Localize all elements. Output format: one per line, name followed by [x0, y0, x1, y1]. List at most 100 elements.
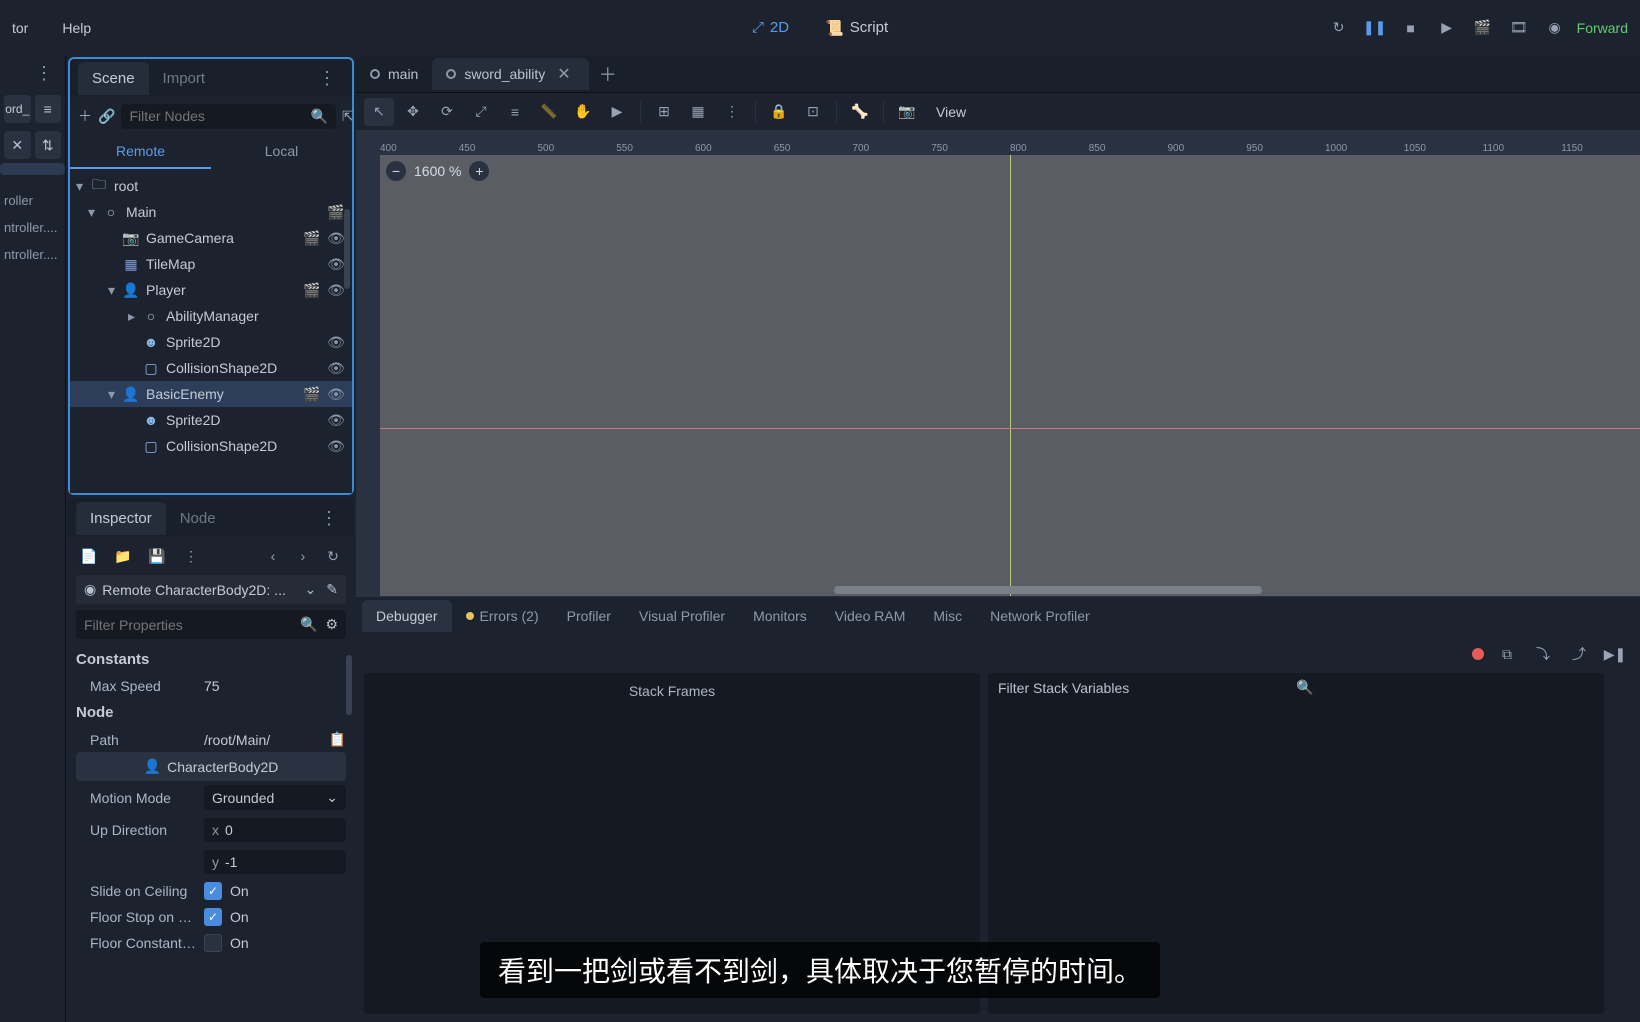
visibility-icon[interactable]: 👁: [326, 332, 346, 352]
visibility-icon[interactable]: 👁: [326, 410, 346, 430]
ruler-tool-icon[interactable]: 📏: [534, 98, 564, 126]
tree-item-root[interactable]: ▾ 🗀 root: [70, 173, 352, 199]
prop-value-path[interactable]: /root/Main/: [204, 732, 321, 748]
visibility-icon[interactable]: 👁: [326, 358, 346, 378]
snap-options-icon[interactable]: ▦: [683, 98, 713, 126]
scale-tool-icon[interactable]: ⤢: [466, 98, 496, 126]
filter-nodes-field[interactable]: 🔍: [121, 104, 335, 129]
checkbox-floor-constant[interactable]: [204, 934, 222, 952]
load-resource-icon[interactable]: 📁: [110, 543, 136, 569]
zoom-in-icon[interactable]: +: [469, 161, 489, 181]
bone-icon[interactable]: 🦴: [845, 98, 875, 126]
close-icon[interactable]: ✕: [4, 131, 31, 159]
visibility-icon[interactable]: 👁: [326, 280, 346, 300]
menu-editor[interactable]: tor: [0, 12, 40, 44]
tab-visual-profiler[interactable]: Visual Profiler: [625, 600, 739, 632]
tab-scene[interactable]: Scene: [78, 62, 149, 95]
list-tool-icon[interactable]: ≡: [500, 98, 530, 126]
clapper-icon[interactable]: 🎬: [302, 280, 322, 300]
filter-settings-icon[interactable]: ⚙: [325, 616, 338, 633]
inspector-menu-icon[interactable]: ⋮: [312, 504, 346, 533]
visibility-icon[interactable]: 👁: [326, 436, 346, 456]
tab-import[interactable]: Import: [149, 62, 220, 95]
step-into-icon[interactable]: ⤵: [1530, 641, 1556, 667]
add-node-icon[interactable]: ＋: [78, 103, 92, 129]
tree-item-player[interactable]: ▾ 👤 Player 🎬👁: [70, 277, 352, 303]
save-resource-icon[interactable]: 💾: [144, 543, 170, 569]
override-camera-icon[interactable]: 📷: [892, 98, 922, 126]
add-scene-tab-icon[interactable]: ＋: [589, 57, 627, 91]
stop-icon[interactable]: ■: [1397, 14, 1425, 42]
pan-tool-icon[interactable]: ✋: [568, 98, 598, 126]
tree-collapse-icon[interactable]: ⇱: [342, 103, 354, 129]
canvas-area[interactable]: [380, 155, 1640, 596]
clapper-icon[interactable]: 🎬: [302, 228, 322, 248]
tree-item-collisionshape2d[interactable]: ▢ CollisionShape2D 👁: [70, 355, 352, 381]
tab-inspector[interactable]: Inspector: [76, 502, 166, 535]
mode-script-button[interactable]: 📜 Script: [811, 13, 902, 43]
snap-grid-icon[interactable]: ⊞: [649, 98, 679, 126]
chevron-down-icon[interactable]: ▾: [88, 204, 102, 221]
tree-item-gamecamera[interactable]: 📷 GameCamera 🎬👁: [70, 225, 352, 251]
measure-tool-icon[interactable]: ▶: [602, 98, 632, 126]
zoom-out-icon[interactable]: −: [386, 161, 406, 181]
movie-icon[interactable]: 🎞: [1505, 14, 1533, 42]
mode-2d-button[interactable]: ⤢ 2D: [738, 13, 803, 43]
pause-icon[interactable]: ❚❚: [1361, 14, 1389, 42]
section-constants[interactable]: Constants: [76, 645, 346, 674]
view-menu-button[interactable]: View: [926, 100, 976, 124]
inspector-object-selector[interactable]: ◉ Remote CharacterBody2D: ... ⌄ ✎: [76, 575, 346, 604]
group-icon[interactable]: ⊡: [798, 98, 828, 126]
clapper-icon[interactable]: 🎬: [1469, 14, 1497, 42]
section-node[interactable]: Node: [76, 698, 346, 727]
rotate-tool-icon[interactable]: ⟳: [432, 98, 462, 126]
visibility-icon[interactable]: 👁: [326, 228, 346, 248]
scene-tree[interactable]: ▾ 🗀 root ▾ ○ Main 🎬 📷 GameCamera 🎬👁: [70, 169, 352, 493]
zoom-level[interactable]: 1600 %: [414, 163, 461, 179]
tab-profiler[interactable]: Profiler: [553, 600, 625, 632]
tab-errors[interactable]: Errors (2): [452, 600, 553, 632]
record-icon[interactable]: [1472, 648, 1484, 660]
up-direction-x-input[interactable]: x 0: [204, 818, 346, 842]
scene-panel-menu-icon[interactable]: ⋮: [310, 64, 344, 93]
chevron-right-icon[interactable]: ▸: [128, 308, 142, 325]
scrollbar[interactable]: [346, 655, 352, 715]
reload-icon[interactable]: ↻: [1325, 14, 1353, 42]
chevron-down-icon[interactable]: ▾: [76, 178, 90, 195]
tab-node[interactable]: Node: [166, 502, 230, 535]
up-direction-y-input[interactable]: y -1: [204, 850, 346, 874]
chevron-down-icon[interactable]: ▾: [108, 386, 122, 403]
file-tab-partial[interactable]: ord_: [4, 95, 31, 123]
filter-nodes-input[interactable]: [129, 108, 310, 124]
list-view-icon[interactable]: ≡: [35, 95, 62, 123]
tab-misc[interactable]: Misc: [919, 600, 976, 632]
scrollbar[interactable]: [344, 209, 350, 289]
tab-network-profiler[interactable]: Network Profiler: [976, 600, 1104, 632]
link-icon[interactable]: 🔗: [98, 103, 115, 129]
dock-menu-icon[interactable]: ⋮: [27, 59, 61, 88]
filesystem-item[interactable]: ntroller....: [0, 241, 65, 268]
checkbox-floor-stop[interactable]: ✓: [204, 908, 222, 926]
scene-tab-main[interactable]: main: [356, 60, 432, 88]
continue-icon[interactable]: ▶❚: [1602, 641, 1628, 667]
filesystem-item[interactable]: [0, 163, 65, 175]
clapper-icon[interactable]: 🎬: [326, 202, 346, 222]
camera-icon[interactable]: ◉: [1541, 14, 1569, 42]
step-over-icon[interactable]: ⤴: [1566, 641, 1592, 667]
filter-properties-input[interactable]: [84, 617, 300, 633]
tab-local[interactable]: Local: [211, 135, 352, 169]
filter-properties-field[interactable]: 🔍 ⚙: [76, 610, 346, 639]
tree-item-main[interactable]: ▾ ○ Main 🎬: [70, 199, 352, 225]
history-refresh-icon[interactable]: ↻: [320, 543, 346, 569]
move-tool-icon[interactable]: ✥: [398, 98, 428, 126]
filter-stack-variables-field[interactable]: Filter Stack Variables 🔍: [988, 673, 1604, 702]
clapper-icon[interactable]: 🎬: [302, 384, 322, 404]
tree-item-collisionshape2d-2[interactable]: ▢ CollisionShape2D 👁: [70, 433, 352, 459]
chevron-down-icon[interactable]: ▾: [108, 282, 122, 299]
forward-renderer-label[interactable]: Forward: [1577, 20, 1628, 36]
prop-value-max-speed[interactable]: 75: [204, 678, 346, 694]
filesystem-item[interactable]: ntroller....: [0, 214, 65, 241]
open-script-icon[interactable]: ✎: [326, 581, 338, 598]
play-icon[interactable]: ▶: [1433, 14, 1461, 42]
close-tab-icon[interactable]: ✕: [553, 64, 574, 84]
